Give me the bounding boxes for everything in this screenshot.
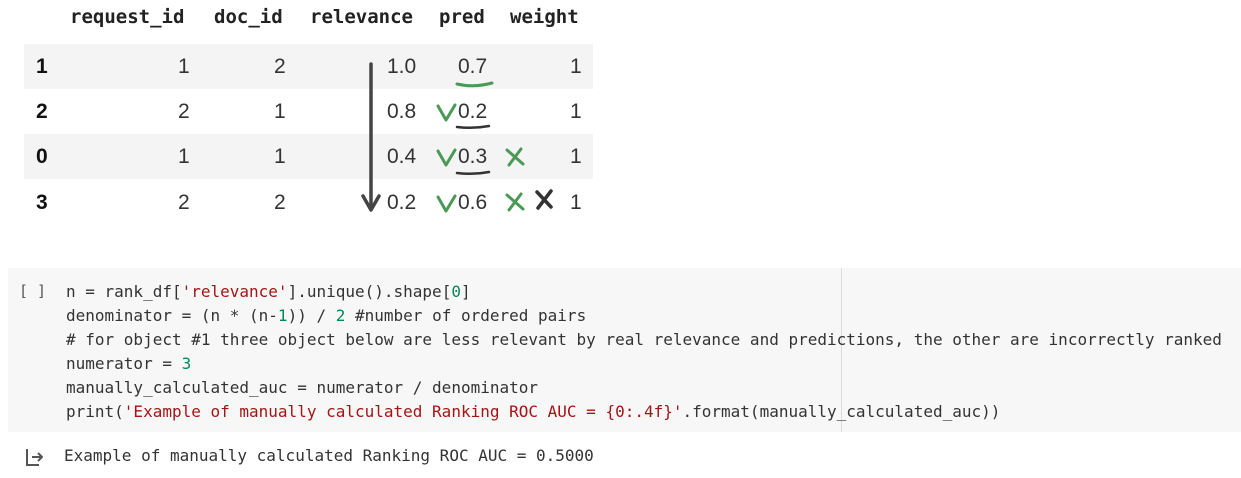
code-cell[interactable]: [ ] n = rank_df['relevance'].unique().sh… [8, 268, 1241, 432]
check-mark-icon [436, 194, 457, 213]
output-arrow-icon [26, 449, 43, 466]
check-mark-icon [436, 148, 457, 167]
code-line-1: n = rank_df['relevance'].unique().shape[… [66, 282, 471, 301]
underline-mark-icon [455, 124, 491, 130]
code-line-6: print('Example of manually calculated Ra… [66, 402, 1001, 421]
cross-mark-icon [535, 189, 553, 210]
cell-output-text: Example of manually calculated Ranking R… [64, 446, 594, 465]
run-cell-button[interactable]: [ ] [19, 282, 46, 300]
code-line-2: denominator = (n * (n-1)) / 2 #number of… [66, 306, 587, 325]
code-line-5: manually_calculated_auc = numerator / de… [66, 378, 539, 397]
check-mark-icon [436, 103, 457, 122]
cross-mark-icon [505, 192, 525, 212]
handwritten-annotations [361, 62, 553, 213]
underline-mark-icon [455, 170, 491, 176]
cross-mark-icon [505, 147, 525, 167]
code-editor[interactable]: n = rank_df['relevance'].unique().shape[… [66, 280, 1222, 424]
underline-mark-icon [455, 81, 494, 88]
code-line-4: numerator = 3 [66, 354, 192, 373]
down-arrow-icon [361, 62, 381, 212]
code-line-3: # for object #1 three object below are l… [66, 330, 1222, 349]
